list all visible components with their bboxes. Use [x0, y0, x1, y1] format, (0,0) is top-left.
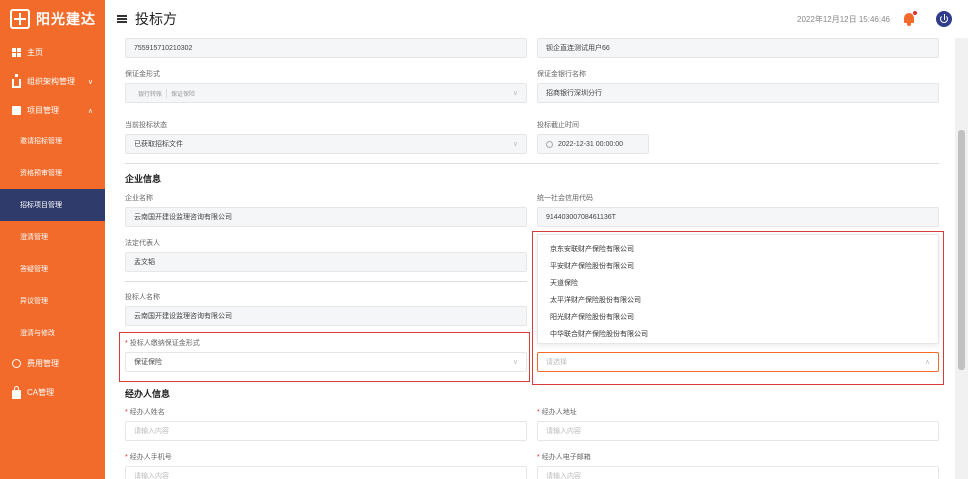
bid-deadline-picker[interactable]: 2022-12-31 00:00:00 [537, 134, 649, 154]
field-value: 已获取招标文件 [134, 141, 183, 148]
clock-icon [546, 140, 553, 148]
bell-icon[interactable] [902, 11, 917, 26]
divider [125, 281, 527, 282]
bid-status-select[interactable]: 已获取招标文件 ∨ [125, 134, 527, 154]
field-value: 钡企直连测试用户66 [546, 45, 610, 52]
lock-icon [12, 385, 21, 399]
agent-name-input[interactable]: 请输入内容 [125, 421, 527, 441]
sidebar-item-label: 项目管理 [27, 106, 59, 115]
sidebar-subitem-clarify[interactable]: 澄清管理 [0, 221, 105, 253]
main-content: 755915710210302 钡企直连测试用户66 保证金形式 银行转账 保证… [105, 38, 955, 479]
grid-icon [12, 48, 21, 57]
sidebar-subitem-prequal[interactable]: 资格预审管理 [0, 157, 105, 189]
page-title: 投标方 [135, 11, 177, 27]
notification-dot [913, 11, 917, 15]
account-name-field: 钡企直连测试用户66 [537, 38, 939, 58]
agent-email-input[interactable]: 请输入内容 [537, 466, 939, 479]
scrollbar[interactable] [955, 38, 968, 479]
input-placeholder: 请输入内容 [546, 473, 581, 479]
label-text: 经办人手机号 [129, 454, 172, 461]
sidebar-subitem-objection[interactable]: 异议管理 [0, 285, 105, 317]
sidebar-subitem-qa[interactable]: 答疑管理 [0, 253, 105, 285]
brand-name: 阳光建达 [36, 11, 96, 27]
sidebar-subitem-clarify-modify[interactable]: 澄清与修改 [0, 317, 105, 349]
guarantee-form-label: 保证金形式 [125, 71, 160, 78]
field-value: 孟文韬 [134, 259, 155, 266]
highlight-box-payment-form [119, 332, 530, 382]
logo-icon [10, 9, 30, 29]
guarantee-bank-field: 招商银行深圳分行 [537, 83, 939, 103]
sidebar-item-label: CA管理 [27, 388, 55, 397]
field-value: 云南国开建设监理咨询有限公司 [134, 313, 232, 320]
sidebar-subitem-tender-project[interactable]: 招标项目管理 [0, 189, 105, 221]
power-icon[interactable] [936, 11, 952, 27]
agent-phone-input[interactable]: 请输入内容 [125, 466, 527, 479]
fee-icon [12, 359, 21, 368]
label-text: 经办人姓名 [129, 409, 165, 416]
section-title-company: 企业信息 [125, 174, 162, 184]
sidebar-item-label: 组织架构管理 [27, 77, 75, 86]
divider [125, 163, 939, 164]
bidder-name-label: 投标人名称 [125, 294, 160, 301]
guarantee-bank-label: 保证金银行名称 [537, 71, 586, 78]
field-value: 91440300708461136T [546, 213, 616, 221]
account-number-field: 755915710210302 [125, 38, 527, 58]
org-icon [12, 73, 21, 88]
credit-code-label: 统一社会信用代码 [537, 195, 593, 202]
sidebar-item-home[interactable]: 主页 [0, 38, 105, 67]
scrollbar-thumb[interactable] [958, 130, 965, 370]
sidebar-subitem-invite[interactable]: 邀请招标管理 [0, 125, 105, 157]
sidebar-item-ca[interactable]: CA管理 [0, 378, 105, 407]
credit-code-field: 91440300708461136T [537, 207, 939, 227]
input-placeholder: 请输入内容 [546, 428, 581, 435]
menu-toggle-icon[interactable] [117, 15, 127, 23]
sidebar-item-org[interactable]: 组织架构管理 ∨ [0, 67, 105, 96]
sidebar: 阳光建达 主页 组织架构管理 ∨ 项目管理 ∧ 邀请招标管理 资格预审管理 招标… [0, 0, 105, 479]
field-value: 云南国开建设监理咨询有限公司 [134, 214, 232, 221]
sidebar-item-fee[interactable]: 费用管理 [0, 349, 105, 378]
field-value: 755915710210302 [134, 44, 193, 52]
legal-rep-label: 法定代表人 [125, 240, 160, 247]
chevron-down-icon: ∨ [512, 90, 518, 97]
field-value: 招商银行深圳分行 [546, 90, 602, 97]
sidebar-item-label: 费用管理 [27, 359, 59, 368]
tag-guarantee-insurance: 保证保险 [171, 91, 196, 98]
agent-phone-label: * 经办人手机号 [125, 454, 172, 461]
agent-address-input[interactable]: 请输入内容 [537, 421, 939, 441]
bid-deadline-label: 投标截止时间 [537, 122, 579, 129]
folder-icon [12, 106, 21, 115]
company-name-field: 云南国开建设监理咨询有限公司 [125, 207, 527, 227]
label-text: 经办人电子邮箱 [541, 454, 591, 461]
company-name-label: 企业名称 [125, 195, 153, 202]
agent-name-label: * 经办人姓名 [125, 409, 165, 416]
sidebar-item-label: 主页 [27, 48, 43, 57]
field-value: 2022-12-31 00:00:00 [558, 140, 623, 148]
tag-bank-transfer: 银行转账 [134, 88, 168, 98]
bidder-name-field: 云南国开建设监理咨询有限公司 [125, 306, 527, 326]
chevron-down-icon: ∨ [87, 78, 93, 86]
highlight-box-insurer [532, 231, 944, 385]
chevron-down-icon: ∨ [512, 141, 518, 148]
datetime: 2022年12月12日 15:46:46 [797, 14, 890, 24]
chevron-up-icon: ∧ [87, 107, 93, 115]
logo: 阳光建达 [0, 0, 105, 38]
agent-email-label: * 经办人电子邮箱 [537, 454, 591, 461]
header: 投标方 2022年12月12日 15:46:46 [105, 0, 968, 38]
agent-address-label: * 经办人地址 [537, 409, 577, 416]
bid-status-label: 当前投标状态 [125, 122, 167, 129]
label-text: 经办人地址 [541, 409, 577, 416]
section-title-agent: 经办人信息 [125, 389, 171, 399]
input-placeholder: 请输入内容 [134, 428, 169, 435]
input-placeholder: 请输入内容 [134, 473, 169, 479]
legal-rep-field: 孟文韬 [125, 252, 527, 272]
guarantee-form-select[interactable]: 银行转账 保证保险 ∨ [125, 83, 527, 103]
sidebar-item-project[interactable]: 项目管理 ∧ [0, 96, 105, 125]
